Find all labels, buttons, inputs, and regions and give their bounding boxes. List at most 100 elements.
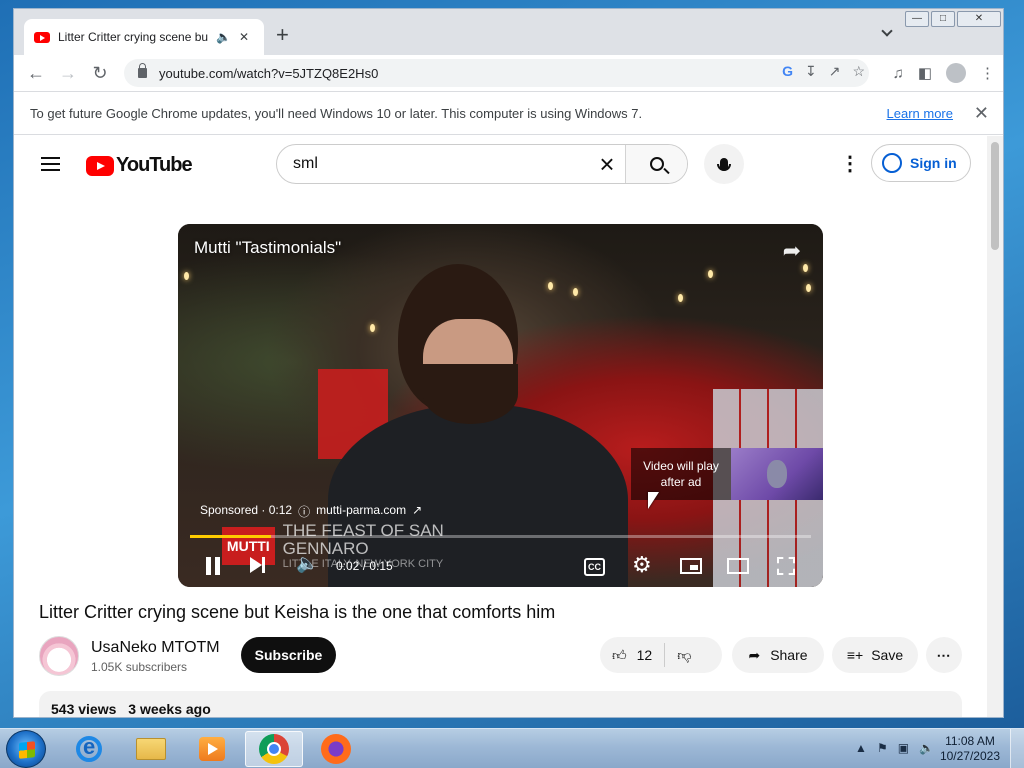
taskbar-clock[interactable]: 11:08 AM 10/27/2023 (940, 734, 1000, 764)
search-button[interactable] (625, 145, 687, 183)
url-text[interactable]: youtube.com/watch?v=5JTZQ8E2Hs0 (159, 66, 378, 81)
external-link-icon: ↗ (412, 503, 423, 517)
more-actions-button[interactable]: ⋯ (926, 637, 962, 673)
install-app-icon[interactable]: ↧ (805, 63, 817, 80)
fullscreen-button[interactable] (777, 557, 795, 575)
dislike-button[interactable]: 👎︎ (665, 637, 703, 673)
channel-avatar[interactable] (39, 636, 79, 676)
taskbar-media-player[interactable] (183, 731, 241, 767)
sign-in-button[interactable]: Sign in (871, 144, 971, 182)
toolbar-right: ♫ ◧ ⋮ (893, 63, 995, 83)
tab-strip: Litter Critter crying scene but Keisha i… (14, 9, 1003, 55)
playlist-add-icon: ≡+ (846, 647, 864, 663)
profile-avatar-icon[interactable] (946, 63, 966, 83)
info-icon[interactable]: ⓘ (298, 503, 310, 520)
media-control-icon[interactable]: ♫ (893, 65, 904, 82)
maximize-button[interactable]: □ (931, 11, 955, 27)
description-box[interactable]: 543 views 3 weeks ago (39, 691, 962, 717)
clock-date: 10/27/2023 (939, 749, 1000, 763)
next-icon (250, 557, 265, 573)
google-lens-icon[interactable]: G (782, 63, 793, 80)
next-button[interactable] (250, 557, 265, 573)
reload-button[interactable]: ↻ (84, 63, 116, 84)
theater-mode-button[interactable] (727, 558, 749, 574)
address-bar[interactable]: youtube.com/watch?v=5JTZQ8E2Hs0 G ↧ ↗ ☆ (124, 59, 869, 87)
new-tab-button[interactable]: + (276, 24, 289, 46)
player-controls: 🔈 0:02 / 0:15 CC ⚙ (178, 546, 823, 586)
fullscreen-icon (777, 557, 795, 575)
lock-icon[interactable] (138, 63, 147, 78)
settings-gear-icon[interactable]: ⚙ (632, 552, 652, 578)
account-icon (882, 153, 902, 173)
clock-time: 11:08 AM (945, 734, 995, 748)
folder-icon (136, 738, 166, 760)
back-button[interactable]: ← (20, 63, 52, 84)
taskbar-file-explorer[interactable] (122, 731, 180, 767)
miniplayer-button[interactable] (680, 558, 702, 574)
bookmark-star-icon[interactable]: ☆ (852, 63, 865, 80)
youtube-logo[interactable]: YouTube (86, 154, 193, 177)
video-player[interactable]: Mutti "Tastimonials" ➦ Video will play a… (178, 224, 823, 587)
media-player-icon (199, 737, 225, 761)
ad-title[interactable]: Mutti "Tastimonials" (194, 238, 341, 258)
youtube-wordmark: YouTube (116, 154, 193, 176)
share-button[interactable]: ➦ Share (732, 637, 824, 673)
forward-button[interactable]: → (52, 63, 84, 84)
settings-more-icon[interactable]: ⋮ (840, 154, 860, 174)
taskbar-firefox[interactable] (307, 731, 365, 767)
share-arrow-icon[interactable]: ➦ (783, 238, 801, 264)
ad-notice: Video will play after ad (631, 448, 731, 500)
video-title: Litter Critter crying scene but Keisha i… (39, 602, 556, 622)
upcoming-video-thumbnail (731, 448, 823, 500)
taskbar-chrome[interactable] (245, 731, 303, 767)
firefox-icon (321, 734, 351, 764)
volume-muted-icon[interactable]: 🔈 (919, 741, 934, 755)
pause-icon (206, 557, 220, 575)
like-count: 12 (636, 647, 653, 663)
share-arrow-icon: ➦ (748, 646, 761, 663)
share-icon[interactable]: ↗ (829, 63, 841, 80)
sign-in-label: Sign in (910, 155, 957, 171)
tab-search-chevron-icon[interactable] (881, 25, 893, 37)
advertiser-link[interactable]: mutti-parma.com (316, 503, 406, 520)
theater-mode-icon (727, 558, 749, 574)
infobar-message: To get future Google Chrome updates, you… (30, 105, 643, 121)
subscribe-button[interactable]: Subscribe (241, 637, 336, 673)
close-window-button[interactable]: ✕ (957, 11, 1001, 27)
hamburger-menu-icon[interactable] (41, 157, 60, 171)
thumbs-up-icon: 👍︎ (612, 646, 627, 663)
show-hidden-icons-icon[interactable]: ▲ (855, 741, 867, 755)
page-scrollbar[interactable] (987, 136, 1003, 717)
like-button[interactable]: 👍︎ 12 (600, 637, 664, 673)
learn-more-link[interactable]: Learn more (887, 106, 953, 121)
speaker-icon[interactable]: 🔈 (216, 30, 231, 44)
tab-close-icon[interactable]: ✕ (239, 30, 249, 44)
upload-age: 3 weeks ago (128, 701, 211, 717)
minimize-button[interactable]: — (905, 11, 929, 27)
channel-name[interactable]: UsaNeko MTOTM (91, 639, 220, 657)
tab-youtube[interactable]: Litter Critter crying scene but Keisha i… (24, 19, 264, 55)
channel-info: UsaNeko MTOTM 1.05K subscribers (39, 636, 220, 676)
volume-icon[interactable]: 🔈 (296, 553, 318, 574)
pause-button[interactable] (206, 557, 220, 575)
network-icon[interactable]: ▣ (898, 741, 909, 755)
side-panel-icon[interactable]: ◧ (918, 64, 932, 82)
taskbar-internet-explorer[interactable] (60, 731, 118, 767)
search-input[interactable] (277, 145, 589, 183)
chrome-icon (259, 734, 289, 764)
youtube-favicon-icon (34, 31, 50, 43)
action-center-icon[interactable]: ⚑ (877, 741, 888, 755)
youtube-play-icon (86, 155, 114, 176)
start-button[interactable] (6, 730, 46, 768)
clear-search-icon[interactable]: × (589, 145, 625, 183)
captions-button[interactable]: CC (584, 558, 605, 576)
microphone-icon (717, 157, 731, 171)
save-button[interactable]: ≡+ Save (832, 637, 918, 673)
chrome-menu-icon[interactable]: ⋮ (980, 64, 995, 82)
show-desktop-button[interactable] (1010, 729, 1024, 768)
infobar-close-icon[interactable]: ✕ (974, 103, 989, 124)
voice-search-button[interactable] (704, 144, 744, 184)
youtube-page: YouTube × ⋮ Sign in (14, 136, 989, 717)
scrollbar-thumb[interactable] (991, 142, 999, 250)
progress-bar[interactable] (190, 535, 811, 538)
